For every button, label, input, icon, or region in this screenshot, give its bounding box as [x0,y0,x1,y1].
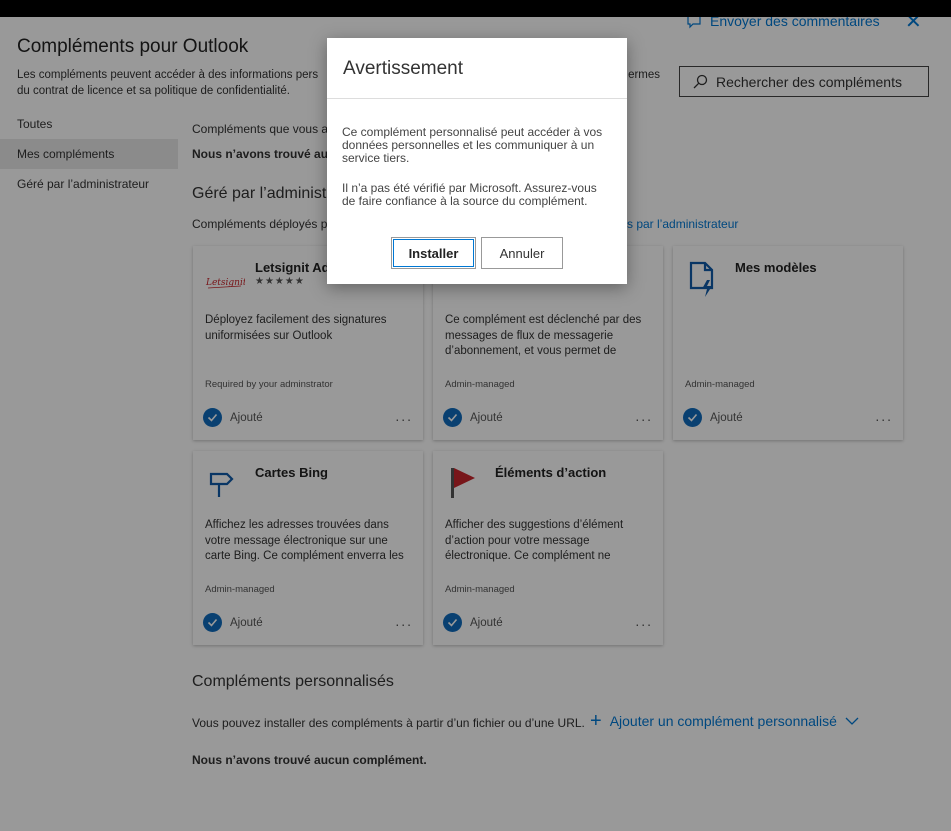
dialog-title: Avertissement [343,58,464,79]
dialog-paragraph-1: Ce complément personnalisé peut accéder … [342,125,603,165]
install-button[interactable]: Installer [391,237,476,269]
cancel-button[interactable]: Annuler [481,237,563,269]
warning-dialog: Avertissement Ce complément personnalisé… [327,38,627,284]
top-bar [0,0,951,17]
dialog-paragraph-2: Il n’a pas été vérifié par Microsoft. As… [342,181,597,208]
dialog-divider [327,98,627,99]
